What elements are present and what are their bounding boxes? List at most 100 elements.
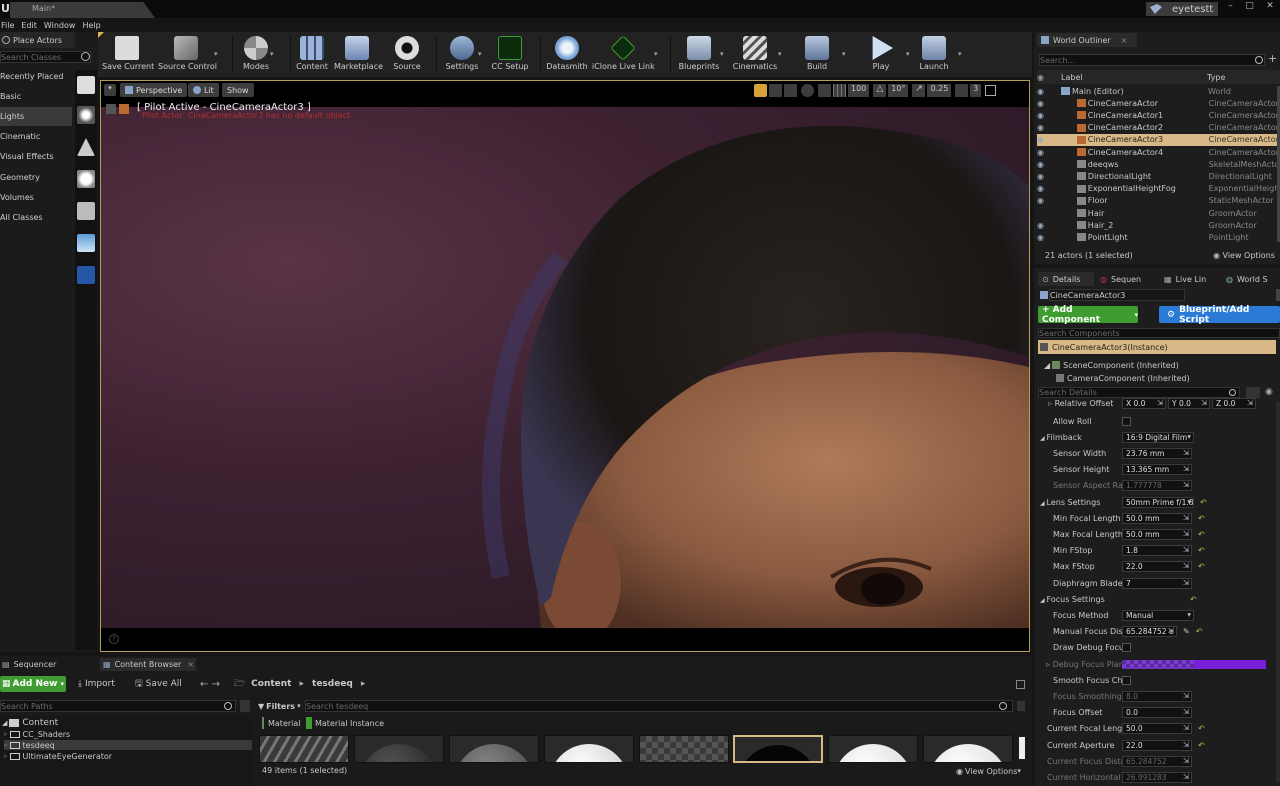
- blueprints-dropdown-icon[interactable]: ▾: [720, 50, 724, 58]
- modes-dropdown-icon[interactable]: ▾: [270, 50, 274, 58]
- category-geometry[interactable]: Geometry: [0, 168, 72, 187]
- tab-sequencer[interactable]: ◎ Sequen: [1100, 272, 1154, 286]
- world-outliner-tab[interactable]: World Outliner ×: [1037, 33, 1137, 47]
- launch-dropdown-icon[interactable]: ▾: [958, 50, 962, 58]
- component-instance-row[interactable]: CineCameraActor3(Instance): [1038, 340, 1276, 354]
- offset-z-field[interactable]: Z 0.0 ⇲: [1212, 397, 1256, 409]
- rotation-snap-icon[interactable]: △: [873, 83, 887, 97]
- prop-dropdown[interactable]: 50mm Prime f/1.8 ▾: [1122, 496, 1194, 508]
- asset-thumbnail[interactable]: [354, 735, 444, 763]
- close-tab-icon[interactable]: ×: [1121, 36, 1128, 45]
- actor-name-input[interactable]: [1049, 289, 1185, 301]
- checkbox[interactable]: [1122, 675, 1131, 685]
- filter-chip-material-instance[interactable]: Material Instance: [306, 717, 386, 729]
- asset-thumbnail[interactable]: [449, 735, 539, 763]
- outliner-row[interactable]: ◉ CineCameraActor4 CineCameraActor: [1037, 146, 1280, 158]
- eject-pilot-icon[interactable]: [106, 104, 116, 114]
- reset-to-default-icon[interactable]: ↶: [1198, 546, 1205, 555]
- prop-value-field[interactable]: 22.0 ⇲: [1122, 739, 1192, 751]
- scale-snap-value[interactable]: 0.25: [927, 83, 952, 97]
- prop-value-field[interactable]: 23.76 mm ⇲: [1122, 447, 1192, 459]
- show-button[interactable]: Show: [222, 83, 254, 97]
- import-button[interactable]: ⤓ Import: [78, 677, 126, 691]
- search-classes-input[interactable]: [0, 51, 91, 63]
- visibility-eye-icon[interactable]: ◉: [1037, 148, 1051, 157]
- search-assets-input[interactable]: [305, 700, 1013, 712]
- add-component-button[interactable]: + Add Component ▾: [1038, 305, 1138, 325]
- prop-value-field[interactable]: 65.284752 c ⇲: [1122, 626, 1177, 638]
- outliner-row[interactable]: ◉ ExponentialHeightFog ExponentialHeightFo…: [1037, 183, 1280, 195]
- visibility-eye-icon[interactable]: ◉: [1037, 123, 1051, 132]
- close-tab-icon[interactable]: ×: [187, 660, 194, 669]
- visibility-filter-icon[interactable]: ◉: [1265, 387, 1273, 397]
- viewport-scene[interactable]: [101, 107, 1029, 628]
- prop-dropdown[interactable]: 16:9 Digital Film ▾: [1122, 431, 1194, 443]
- reset-to-default-icon[interactable]: ↶: [1198, 514, 1205, 523]
- tab-content-browser[interactable]: ▦ Content Browser ×: [100, 658, 196, 671]
- scale-icon[interactable]: [784, 83, 797, 97]
- tree-cc-shaders[interactable]: ▹ CC_Shaders: [4, 729, 252, 739]
- visibility-eye-icon[interactable]: ◉: [1037, 135, 1051, 144]
- camera-speed-icon[interactable]: [955, 83, 969, 97]
- launch-button[interactable]: Launch: [914, 34, 954, 74]
- asset-thumbnail[interactable]: [544, 735, 634, 763]
- prop-value-field[interactable]: 50.0 mm ⇲: [1122, 512, 1192, 524]
- back-arrow-icon[interactable]: ←: [200, 679, 208, 690]
- tab-sequencer-bottom[interactable]: ▤ Sequencer: [2, 658, 94, 671]
- category-lights[interactable]: Lights: [0, 107, 72, 126]
- blueprint-add-script-button[interactable]: ⚙ Blueprint/Add Script: [1159, 305, 1280, 325]
- sky-atmosphere-icon[interactable]: [77, 234, 95, 252]
- sky-light-icon[interactable]: [77, 170, 95, 188]
- visibility-eye-icon[interactable]: ◉: [1037, 87, 1051, 96]
- asset-thumbnail[interactable]: [828, 735, 918, 763]
- filter-chip-material[interactable]: Material: [262, 717, 302, 729]
- viewport-help-icon[interactable]: ?: [109, 634, 119, 644]
- play-dropdown-icon[interactable]: ▾: [906, 50, 910, 58]
- reset-to-default-icon[interactable]: ↶: [1198, 724, 1205, 733]
- save-current-button[interactable]: Save Current: [102, 34, 154, 74]
- reset-to-default-icon[interactable]: ↶: [1196, 627, 1203, 636]
- breadcrumb-content[interactable]: Content: [251, 679, 291, 689]
- lock-content-browser-icon[interactable]: [1016, 680, 1025, 689]
- category-all-classes[interactable]: All Classes: [0, 208, 72, 227]
- tab-world-settings[interactable]: ◍ World S: [1226, 272, 1280, 286]
- reset-to-default-icon[interactable]: ↶: [1200, 498, 1207, 507]
- outliner-row[interactable]: ◉ CineCameraActor3 CineCameraActor: [1037, 133, 1280, 146]
- outliner-row[interactable]: ◉ Hair_2 GroomActor: [1037, 219, 1280, 231]
- category-recently-placed[interactable]: Recently Placed: [0, 67, 72, 86]
- point-light-icon[interactable]: [77, 106, 95, 124]
- outliner-row[interactable]: ◉ DirectionalLight DirectionalLight: [1037, 170, 1280, 182]
- tab-details[interactable]: ⊙ Details: [1038, 272, 1094, 286]
- scale-snap-icon[interactable]: ↗: [912, 83, 926, 97]
- iclone-dropdown-icon[interactable]: ▾: [654, 50, 658, 58]
- breadcrumb-tesdeeq[interactable]: tesdeeq: [312, 679, 353, 689]
- visibility-eye-icon[interactable]: ◉: [1037, 160, 1051, 169]
- maximize-viewport-icon[interactable]: [985, 84, 997, 96]
- camera-speed-value[interactable]: 3: [970, 83, 982, 97]
- outliner-row[interactable]: ◉ CineCameraActor2 CineCameraActor: [1037, 122, 1280, 134]
- label-column-header[interactable]: Label: [1053, 73, 1207, 82]
- reset-to-default-icon[interactable]: ↶: [1190, 595, 1197, 604]
- checkbox[interactable]: [1122, 416, 1131, 426]
- content-button[interactable]: Content: [295, 34, 329, 74]
- outliner-row[interactable]: Hair GroomActor: [1037, 207, 1280, 219]
- scene-component-row[interactable]: ◢ SceneComponent (Inherited): [1044, 359, 1276, 371]
- details-scrollbar[interactable]: [1276, 402, 1280, 782]
- minimize-icon[interactable]: –: [1228, 1, 1233, 11]
- rotate-icon[interactable]: [769, 83, 782, 97]
- breadcrumb-separator-icon[interactable]: ▸: [361, 679, 366, 689]
- level-viewport[interactable]: ?: [100, 80, 1030, 652]
- reset-to-default-icon[interactable]: ↶: [1198, 562, 1205, 571]
- debug-plane-color-swatch[interactable]: [1122, 659, 1194, 669]
- forward-arrow-icon[interactable]: →: [212, 679, 220, 690]
- viewport-options-icon[interactable]: ▾: [104, 84, 116, 96]
- place-actors-tab[interactable]: Place Actors: [0, 32, 75, 48]
- grid-snap-icon[interactable]: [833, 83, 846, 97]
- paths-options-icon[interactable]: [240, 700, 250, 712]
- datasmith-button[interactable]: Datasmith: [546, 34, 588, 74]
- type-column-header[interactable]: Type: [1207, 73, 1225, 82]
- visibility-eye-icon[interactable]: ◉: [1037, 233, 1051, 242]
- menu-edit[interactable]: Edit: [21, 21, 37, 30]
- transform-icon[interactable]: [754, 83, 767, 97]
- level-tab[interactable]: Main*: [10, 2, 155, 18]
